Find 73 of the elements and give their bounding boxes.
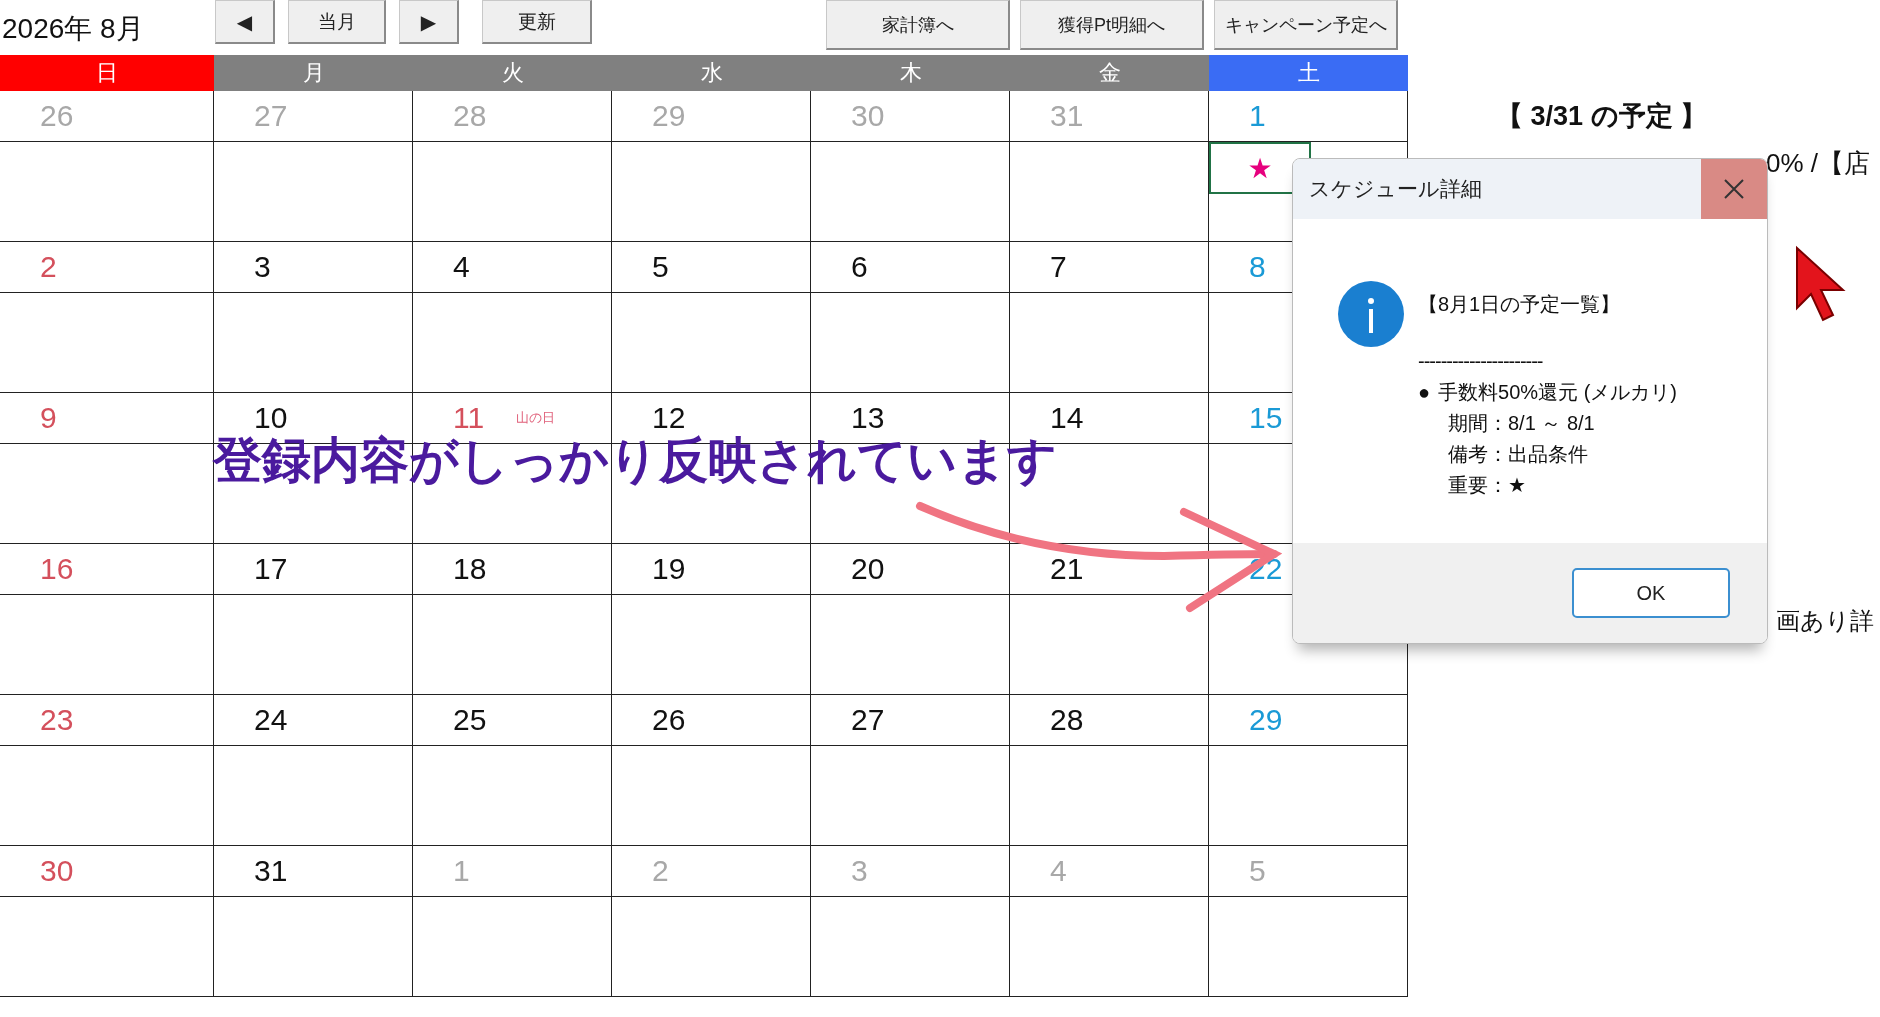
day-number: 2 [40,250,57,284]
day-number: 27 [254,99,288,133]
day-number: 13 [851,401,885,435]
day-number: 19 [652,552,686,586]
schedule-item: 手数料50%還元 (メルカリ) [1438,380,1677,405]
weekday-header: 月 [214,55,413,91]
day-number: 18 [453,552,487,586]
day-number: 1 [453,854,470,888]
link-button[interactable]: キャンペーン予定へ [1214,0,1398,50]
day-number: 10 [254,401,288,435]
month-title: 2026年 8月 [2,12,145,46]
event-star[interactable]: ★ [1247,151,1273,185]
day-number: 24 [254,703,288,737]
day-number: 14 [1050,401,1084,435]
day-number: 8 [1249,250,1266,284]
ok-button[interactable]: OK [1572,568,1730,618]
weekday-header: 土 [1209,55,1408,91]
day-number: 5 [652,250,669,284]
day-number: 26 [652,703,686,737]
schedule-text: 0% /【店 [1766,147,1872,180]
day-number: 31 [254,854,288,888]
day-number: 7 [1050,250,1067,284]
day-number: 29 [1249,703,1283,737]
link-button[interactable]: 獲得Pt明細へ [1020,0,1204,50]
day-number: 5 [1249,854,1266,888]
day-number: 3 [851,854,868,888]
day-number: 4 [1050,854,1067,888]
day-number: 28 [1050,703,1084,737]
day-number: 29 [652,99,686,133]
info-icon [1338,281,1404,347]
dialog-title: スケジュール詳細 [1309,176,1482,202]
day-number: 27 [851,703,885,737]
day-number: 1 [1249,99,1266,133]
day-number: 9 [40,401,57,435]
schedule-title: 【 3/31 の予定 】 [1496,100,1709,133]
schedule-detail: 重要：★ [1447,473,1527,498]
day-number: 11 [453,401,485,435]
day-number: 3 [254,250,271,284]
schedule-detail: 備考：出品条件 [1447,442,1589,467]
nav-button[interactable]: ◀ [215,0,275,44]
holiday-label: 山の日 [516,409,556,427]
day-number: 30 [40,854,74,888]
close-icon [1723,178,1745,200]
day-number: 25 [453,703,487,737]
day-number: 30 [851,99,885,133]
weekday-header: 日 [0,55,214,91]
day-number: 4 [453,250,470,284]
day-number: 2 [652,854,669,888]
nav-button[interactable]: ▶ [399,0,459,44]
weekday-header: 金 [1010,55,1209,91]
bullet: ● [1418,380,1431,405]
schedule-text: 画あり詳 [1776,606,1875,636]
day-number: 23 [40,703,74,737]
day-number: 26 [40,99,74,133]
day-number: 17 [254,552,288,586]
day-number: 20 [851,552,885,586]
separator-text: ---------------------- [1418,350,1544,373]
day-number: 6 [851,250,868,284]
day-number: 15 [1249,401,1283,435]
day-number: 28 [453,99,487,133]
nav-button[interactable]: 当月 [288,0,386,44]
close-button[interactable] [1701,159,1767,219]
link-button[interactable]: 家計簿へ [826,0,1010,50]
weekday-header: 火 [413,55,612,91]
weekday-header: 水 [612,55,811,91]
schedule-detail: 期間：8/1 ～ 8/1 [1447,411,1596,436]
weekday-header: 木 [811,55,1010,91]
dialog-heading: 【8月1日の予定一覧】 [1418,292,1622,317]
nav-button[interactable]: 更新 [482,0,592,44]
day-number: 31 [1050,99,1084,133]
day-number: 16 [40,552,74,586]
day-number: 12 [652,401,686,435]
day-number: 21 [1050,552,1084,586]
